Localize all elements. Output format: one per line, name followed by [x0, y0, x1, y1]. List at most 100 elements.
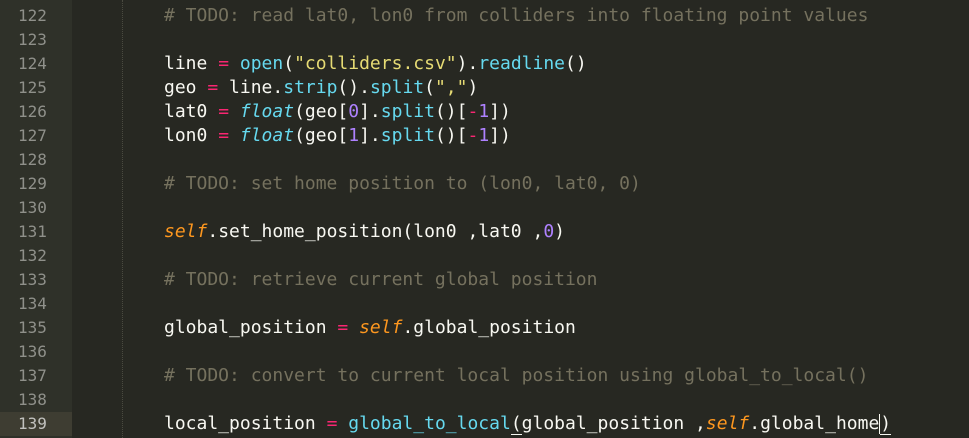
token-op: = [218, 101, 230, 122]
token-keyword: strip [283, 77, 338, 98]
line-number: 129 [18, 174, 47, 193]
line-number: 123 [18, 30, 47, 49]
token-op: = [218, 125, 230, 146]
code-line[interactable]: 127 lon0 = float(geo[1].split()[-1]) [0, 124, 969, 148]
token-match: ) [880, 413, 892, 435]
token-builtin: float [239, 101, 295, 122]
token-keyword: split [380, 101, 435, 122]
token-builtin: float [239, 125, 295, 146]
token-plain: () [565, 53, 587, 74]
token-self: self [164, 221, 208, 242]
token-op: = [218, 53, 230, 74]
line-text[interactable]: lon0 = float(geo[1].split()[-1]) [164, 124, 511, 148]
line-text[interactable]: global_position = self.global_position [164, 316, 576, 340]
code-line[interactable]: 129 # TODO: set home position to (lon0, l… [0, 172, 969, 196]
token-plain: ()[ [434, 125, 468, 146]
line-number: 131 [18, 222, 47, 241]
token-number: 1 [478, 125, 490, 146]
code-line[interactable]: 132 [0, 244, 969, 268]
line-number: 139 [0, 412, 72, 436]
token-plain: ]. [359, 101, 381, 122]
code-line[interactable]: 122 # TODO: read lat0, lon0 from collider… [0, 4, 969, 28]
token-op: = [337, 317, 349, 338]
token-plain: ]. [359, 125, 381, 146]
token-plain: ( [424, 77, 435, 98]
token-plain: lat0 [164, 101, 219, 122]
line-number: 138 [18, 390, 47, 409]
token-comment: # TODO: convert to current local positio… [164, 365, 869, 386]
token-keyword: split [369, 77, 425, 98]
token-number: 1 [478, 101, 490, 122]
line-number: 126 [18, 102, 47, 121]
code-line[interactable]: 126 lat0 = float(geo[0].split()[-1]) [0, 100, 969, 124]
token-plain: ). [456, 53, 479, 74]
token-plain: global_position , [521, 413, 706, 434]
token-number: 0 [543, 221, 555, 242]
token-keyword: open [239, 53, 284, 74]
token-plain: global_position [164, 317, 338, 338]
token-number: 1 [348, 125, 360, 146]
line-text[interactable]: geo = line.strip().split(",") [164, 76, 478, 100]
line-number: 133 [18, 270, 47, 289]
line-number: 136 [18, 342, 47, 361]
code-line[interactable]: 134 [0, 292, 969, 316]
code-line[interactable]: 125 geo = line.strip().split(",") [0, 76, 969, 100]
line-text[interactable]: # TODO: set home position to (lon0, lat0… [164, 172, 641, 196]
line-number: 130 [18, 198, 47, 217]
line-number: 127 [18, 126, 47, 145]
token-op: = [326, 413, 338, 434]
line-number: 125 [18, 78, 47, 97]
code-line[interactable]: 123 [0, 28, 969, 52]
line-text[interactable]: line = open("colliders.csv").readline() [164, 52, 587, 76]
code-line[interactable]: 135 global_position = self.global_positio… [0, 316, 969, 340]
line-text[interactable]: self.set_home_position(lon0 ,lat0 ,0) [164, 220, 565, 244]
line-number: 134 [18, 294, 47, 313]
token-op: = [207, 77, 219, 98]
code-line[interactable]: 138 [0, 388, 969, 412]
line-text[interactable]: # TODO: read lat0, lon0 from colliders i… [164, 4, 868, 28]
line-number: 128 [18, 150, 47, 169]
line-text[interactable]: # TODO: retrieve current global position [164, 268, 597, 292]
token-self: self [359, 317, 403, 338]
line-number: 122 [18, 6, 47, 25]
token-string: "colliders.csv" [294, 53, 457, 74]
token-plain: geo [164, 77, 208, 98]
code-line[interactable]: 124 line = open("colliders.csv").readline… [0, 52, 969, 76]
token-plain: ) [554, 221, 565, 242]
token-plain: .global_position [402, 317, 576, 338]
line-text[interactable]: # TODO: convert to current local positio… [164, 364, 868, 388]
line-number: 124 [18, 54, 47, 73]
code-line[interactable]: 137 # TODO: convert to current local posi… [0, 364, 969, 388]
code-line[interactable]: 128 [0, 148, 969, 172]
line-number: 135 [18, 318, 47, 337]
line-number: 137 [18, 366, 47, 385]
token-plain: .set_home_position(lon0 ,lat0 , [207, 221, 544, 242]
code-line[interactable]: 133 # TODO: retrieve current global posit… [0, 268, 969, 292]
token-plain: .global_home [749, 413, 880, 434]
token-plain: line. [218, 77, 284, 98]
token-string: "," [434, 77, 468, 98]
token-plain: ) [467, 77, 479, 98]
token-plain: ]) [489, 125, 511, 146]
token-op: - [467, 125, 479, 146]
token-comment: # TODO: set home position to (lon0, lat0… [164, 173, 641, 194]
line-text[interactable]: local_position = global_to_local(global_… [164, 412, 892, 436]
token-keyword: global_to_local [348, 413, 511, 434]
code-line[interactable]: 130 [0, 196, 969, 220]
code-line[interactable]: 131 self.set_home_position(lon0 ,lat0 ,0) [0, 220, 969, 244]
token-keyword: readline [478, 53, 566, 74]
code-editor[interactable]: 122 # TODO: read lat0, lon0 from collider… [0, 0, 969, 438]
token-plain: lon0 [164, 125, 219, 146]
code-line[interactable]: 139 local_position = global_to_local(glob… [0, 412, 969, 436]
token-plain: line [164, 53, 219, 74]
token-op: - [467, 101, 479, 122]
code-line[interactable]: 136 [0, 340, 969, 364]
line-text[interactable]: lat0 = float(geo[0].split()[-1]) [164, 100, 511, 124]
token-number: 0 [348, 101, 360, 122]
token-match: ( [510, 413, 522, 435]
